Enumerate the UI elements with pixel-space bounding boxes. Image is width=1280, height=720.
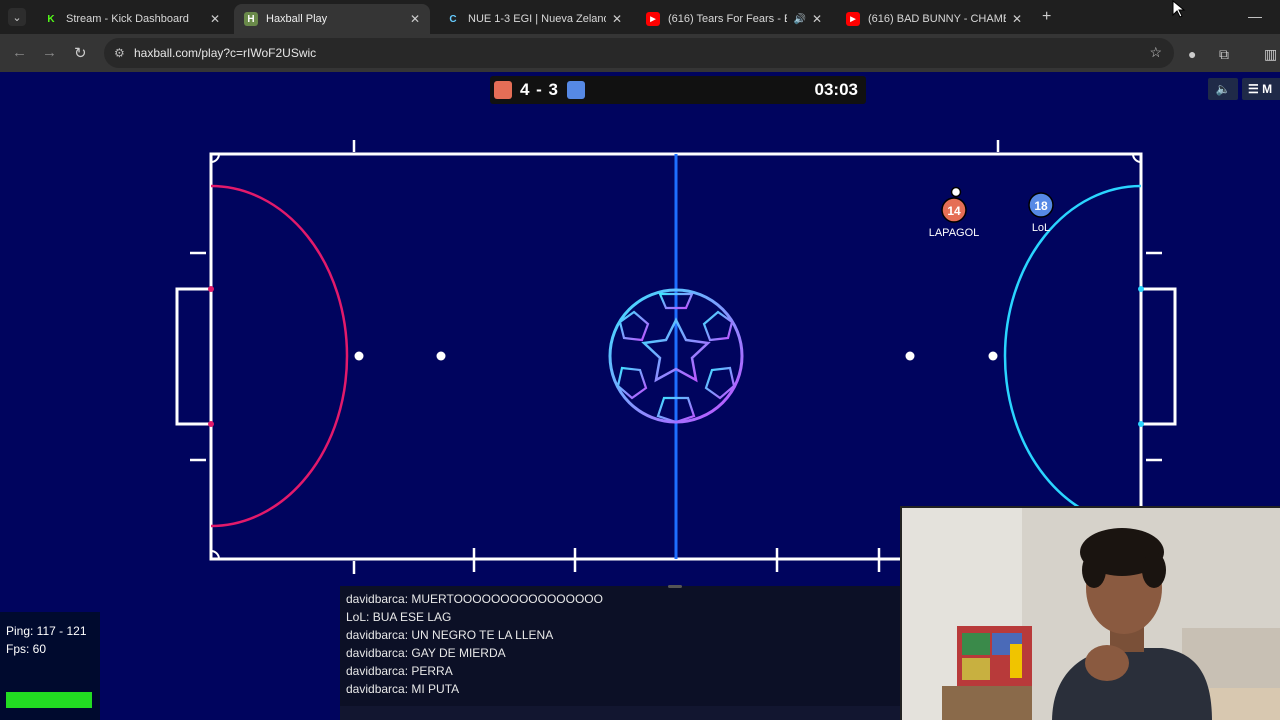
right-goal-post	[1138, 286, 1144, 292]
url-text: haxball.com/play?c=rIWoF2USwic	[134, 46, 317, 60]
minimize-window-button[interactable]: —	[1248, 8, 1262, 24]
tab-title: NUE 1-3 EGI | Nueva Zelanda vs	[468, 13, 606, 25]
right-goal-post	[1138, 421, 1144, 427]
close-tab-icon[interactable]: ✕	[1012, 12, 1022, 26]
chat-message: davidbarca: UN NEGRO TE LA LLENA	[346, 628, 554, 642]
ball	[950, 186, 962, 198]
fps-readout: Fps: 60	[6, 642, 47, 656]
left-goal	[175, 287, 211, 426]
toolbar: ← → ↻ ⚙ haxball.com/play?c=rIWoF2USwic ☆…	[0, 34, 1280, 72]
score: 4 - 3	[520, 80, 560, 99]
chat-input[interactable]	[340, 706, 900, 720]
left-penalty-arc	[210, 184, 349, 528]
sound-toggle-button[interactable]: 🔈	[1208, 78, 1238, 100]
menu-button[interactable]: ☰ M	[1242, 78, 1280, 100]
haxball-favicon-icon: H	[244, 12, 258, 26]
penalty-spot	[354, 351, 364, 361]
close-tab-icon[interactable]: ✕	[812, 12, 822, 26]
penalty-spot	[436, 351, 446, 361]
right-penalty-arc	[1003, 184, 1142, 528]
player-blue-18: 18 LoL	[1028, 192, 1054, 234]
left-goal-post	[208, 286, 214, 292]
side-panel-icon[interactable]: ▥	[1264, 46, 1277, 63]
ping-readout: Ping: 117 - 121	[6, 624, 87, 638]
right-goal	[1141, 287, 1177, 426]
chat-message: davidbarca: MI PUTA	[346, 682, 460, 696]
youtube-favicon-icon: ▶	[646, 12, 660, 26]
svg-text:18: 18	[1034, 199, 1048, 213]
tab-bad-bunny[interactable]: ▶ (616) BAD BUNNY - CHAMBEA ✕	[836, 4, 1032, 34]
close-tab-icon[interactable]: ✕	[210, 12, 220, 26]
chat-box: davidbarca: MUERTOOOOOOOOOOOOOOOO LoL: B…	[340, 585, 900, 720]
tab-haxball-play[interactable]: H Haxball Play ✕	[234, 4, 430, 34]
new-tab-button[interactable]: +	[1042, 8, 1051, 26]
red-team-icon	[494, 81, 512, 99]
chevron-down-icon: ⌄	[12, 11, 22, 24]
svg-text:LAPAGOL: LAPAGOL	[929, 227, 980, 239]
penalty-spot	[905, 351, 915, 361]
tab-title: (616) BAD BUNNY - CHAMBEA	[868, 13, 1006, 25]
close-tab-icon[interactable]: ✕	[410, 12, 420, 26]
tab-kick-dashboard[interactable]: K Stream - Kick Dashboard ✕	[34, 4, 230, 34]
plus-icon: +	[1042, 8, 1052, 25]
player-red-14: 14 LAPAGOL	[929, 197, 980, 239]
chat-message: davidbarca: MUERTOOOOOOOOOOOOOOOO	[346, 592, 603, 606]
kick-favicon-icon: K	[47, 13, 55, 25]
tab-title: Stream - Kick Dashboard	[66, 13, 189, 25]
puzzle-extensions-icon[interactable]: ⧉	[1219, 46, 1229, 63]
tab-nueva-zelanda[interactable]: C NUE 1-3 EGI | Nueva Zelanda vs ✕	[436, 4, 632, 34]
extension-icon[interactable]: ●	[1188, 46, 1196, 62]
webcam-overlay	[900, 506, 1280, 720]
scoreboard: 4 - 3 03:03	[490, 76, 866, 104]
left-goal-post	[208, 421, 214, 427]
forward-arrow-icon[interactable]: →	[42, 44, 57, 61]
speaker-icon: 🔈	[1215, 82, 1231, 96]
chat-message: LoL: BUA ESE LAG	[346, 610, 452, 624]
chat-resize-handle[interactable]	[668, 585, 682, 588]
reload-icon[interactable]: ↻	[74, 44, 87, 62]
tab-title: (616) Tears For Fears - Every	[668, 13, 787, 25]
match-timer: 03:03	[814, 80, 858, 99]
tab-title: Haxball Play	[266, 13, 328, 25]
tab-strip: ⌄ K Stream - Kick Dashboard ✕ H Haxball …	[0, 0, 1280, 34]
speaker-icon[interactable]: 🔊	[793, 14, 805, 25]
address-bar[interactable]: ⚙ haxball.com/play?c=rIWoF2USwic ☆	[104, 38, 1174, 68]
chat-message: davidbarca: GAY DE MIERDA	[346, 646, 506, 660]
site-settings-icon[interactable]: ⚙	[114, 46, 125, 60]
back-arrow-icon[interactable]: ←	[12, 44, 27, 61]
ping-graph	[6, 692, 92, 708]
youtube-favicon-icon: ▶	[846, 12, 860, 26]
penalty-spot	[988, 351, 998, 361]
webcam-feed	[902, 508, 1280, 720]
svg-text:LoL: LoL	[1032, 222, 1050, 234]
svg-text:14: 14	[947, 204, 961, 218]
close-tab-icon[interactable]: ✕	[612, 12, 622, 26]
bookmark-star-icon[interactable]: ☆	[1149, 44, 1162, 61]
site-favicon-icon: C	[449, 13, 457, 25]
tab-search-button[interactable]: ⌄	[8, 8, 26, 26]
chat-message: davidbarca: PERRA	[346, 664, 453, 678]
net-stats: Ping: 117 - 121 Fps: 60	[6, 622, 87, 658]
tab-tears-for-fears[interactable]: ▶ (616) Tears For Fears - Every 🔊 ✕	[636, 4, 832, 34]
blue-team-icon	[567, 81, 586, 99]
mouse-cursor-icon	[1172, 0, 1186, 18]
